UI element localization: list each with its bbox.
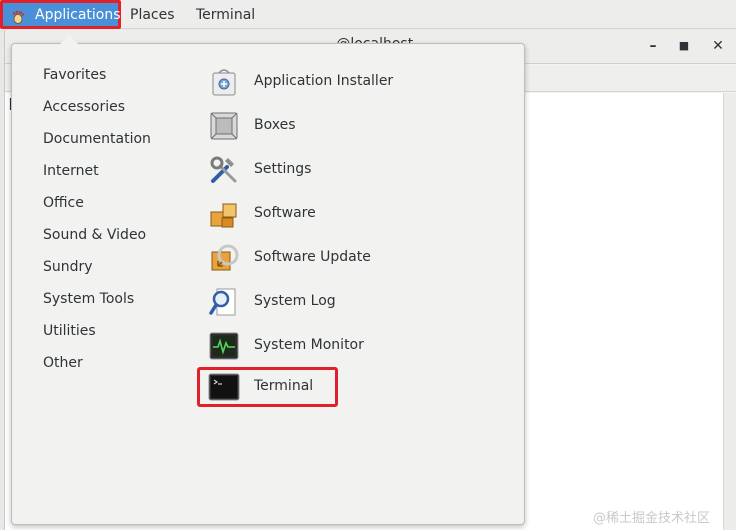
top-panel: Applications Places Terminal [0,0,736,29]
close-button[interactable]: ✕ [710,38,726,54]
scrollbar[interactable] [723,93,736,530]
app-label: Application Installer [254,73,394,89]
boxes-icon [210,112,238,140]
app-label: Boxes [254,117,296,133]
category-sound-video[interactable]: Sound & Video [43,227,146,243]
app-software[interactable]: Software [208,194,348,234]
maximize-button[interactable]: ■ [676,38,692,54]
app-label: System Monitor [254,337,364,353]
terminal-app-menu-button[interactable]: Terminal [196,0,255,29]
app-settings[interactable]: Settings [208,150,348,190]
app-boxes[interactable]: Boxes [208,106,348,146]
app-system-monitor[interactable]: System Monitor [208,326,373,366]
app-label: Software [254,205,316,221]
app-application-installer[interactable]: Application Installer [208,62,398,102]
software-update-icon [211,244,239,271]
tools-icon [210,156,237,183]
package-icon [212,69,236,96]
category-system-tools[interactable]: System Tools [43,291,134,307]
app-label: Settings [254,161,312,177]
applications-menu-button[interactable]: Applications [0,0,121,29]
watermark: @稀土掘金技术社区 [593,511,711,526]
minimize-button[interactable]: – [645,38,661,54]
app-label: Terminal [254,378,314,394]
app-system-log[interactable]: System Log [208,282,348,322]
places-menu-button[interactable]: Places [130,0,175,29]
applications-dropdown: Favorites Accessories Documentation Inte… [11,35,525,525]
system-monitor-icon [209,332,239,360]
menu-pointer-arrow [60,35,78,44]
gnome-foot-icon [12,10,25,24]
category-internet[interactable]: Internet [43,163,99,179]
app-label: System Log [254,293,336,309]
category-favorites[interactable]: Favorites [43,67,106,83]
app-label: Software Update [254,249,371,265]
app-terminal[interactable]: Terminal [197,367,338,407]
places-label: Places [130,6,175,23]
applications-label: Applications [35,6,121,23]
terminal-menu-label: Terminal [196,6,256,23]
category-documentation[interactable]: Documentation [43,131,151,147]
terminal-icon [208,373,240,401]
category-utilities[interactable]: Utilities [43,323,96,339]
system-log-icon [209,288,236,316]
category-accessories[interactable]: Accessories [43,99,125,115]
category-office[interactable]: Office [43,195,84,211]
category-sundry[interactable]: Sundry [43,259,93,275]
app-software-update[interactable]: Software Update [208,238,378,278]
category-other[interactable]: Other [43,355,83,371]
software-icon [210,203,237,228]
